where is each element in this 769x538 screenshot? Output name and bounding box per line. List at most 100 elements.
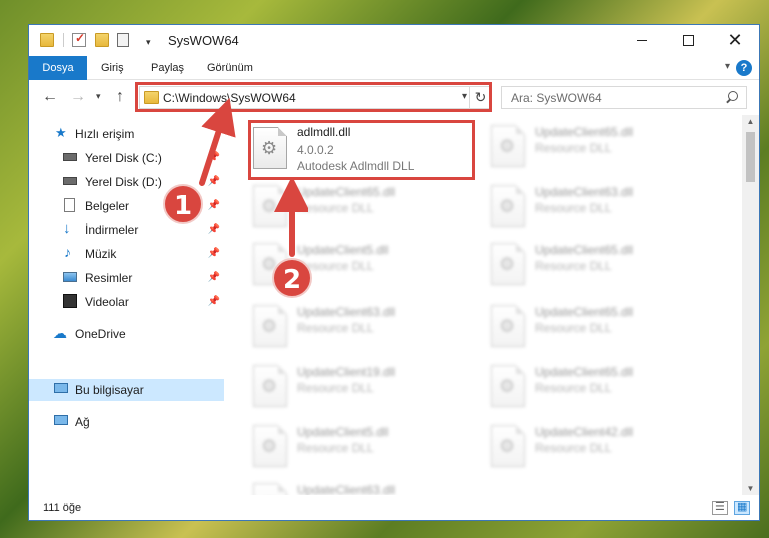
- new-folder-icon[interactable]: [95, 33, 109, 47]
- step-1-badge: 1: [163, 184, 203, 224]
- file-tile[interactable]: UpdateClient63.dll Resource DLL: [249, 477, 479, 495]
- dll-file-icon: [491, 425, 527, 469]
- download-icon: ↓: [63, 220, 71, 237]
- quick-access-props-icon[interactable]: [117, 33, 129, 47]
- file-type: Resource DLL: [297, 441, 374, 455]
- file-name: UpdateClient65.dll: [535, 305, 634, 319]
- tab-share[interactable]: Paylaş: [139, 56, 196, 80]
- file-tile[interactable]: UpdateClient65.dll Resource DLL: [487, 299, 717, 357]
- file-name: UpdateClient42.dll: [535, 425, 634, 439]
- search-placeholder: Ara: SysWOW64: [511, 91, 602, 105]
- documents-icon: [64, 198, 75, 212]
- sidebar-item-label: İndirmeler: [85, 223, 139, 237]
- tiles-view-icon[interactable]: [734, 500, 750, 515]
- file-name: UpdateClient63.dll: [297, 305, 396, 319]
- chevron-down-icon[interactable]: ▾: [725, 61, 730, 72]
- file-tile[interactable]: UpdateClient63.dll Resource DLL: [249, 299, 479, 357]
- file-type: Resource DLL: [535, 259, 612, 273]
- forward-arrow-icon[interactable]: →: [70, 88, 86, 106]
- file-tile[interactable]: UpdateClient5.dll Resource DLL: [249, 419, 479, 477]
- details-view-icon[interactable]: [712, 500, 728, 515]
- file-tile[interactable]: UpdateClient65.dll Resource DLL: [487, 119, 717, 177]
- file-name: UpdateClient19.dll: [297, 365, 396, 379]
- file-type: Resource DLL: [297, 321, 374, 335]
- cloud-icon: ☁: [53, 325, 67, 341]
- sidebar-item-this-pc[interactable]: Bu bilgisayar: [29, 379, 224, 401]
- network-icon: [54, 415, 68, 425]
- arrow-1: [199, 97, 236, 186]
- file-type: Resource DLL: [297, 201, 374, 215]
- drive-icon: [63, 153, 77, 161]
- title-bar: ▾ SysWOW64 ✕: [29, 25, 759, 56]
- file-tile[interactable]: UpdateClient42.dll Resource DLL: [487, 419, 717, 477]
- scroll-down-icon[interactable]: ▼: [742, 484, 759, 493]
- file-name: UpdateClient5.dll: [297, 243, 389, 257]
- recent-locations-chevron-icon[interactable]: ▾: [96, 91, 101, 102]
- sidebar-item-label: Belgeler: [85, 199, 130, 213]
- dll-file-icon: [491, 125, 527, 169]
- pictures-icon: [63, 272, 77, 282]
- item-count: 111 öğe: [43, 502, 82, 514]
- file-tile[interactable]: UpdateClient65.dll Resource DLL: [487, 359, 717, 417]
- sidebar-item-network[interactable]: Ağ: [29, 411, 224, 433]
- file-type: Resource DLL: [535, 441, 612, 455]
- scrollbar-thumb[interactable]: [746, 132, 755, 182]
- sidebar-item-label: Müzik: [85, 247, 117, 261]
- sidebar-item-label: Ağ: [75, 415, 90, 429]
- sidebar-item-label: Bu bilgisayar: [75, 383, 144, 397]
- file-type: Resource DLL: [535, 381, 612, 395]
- dll-file-icon: [253, 365, 289, 409]
- file-type: Resource DLL: [535, 321, 612, 335]
- music-icon: ♪: [64, 244, 71, 260]
- tab-view[interactable]: Görünüm: [195, 56, 265, 80]
- scroll-up-icon[interactable]: ▲: [742, 117, 759, 126]
- vertical-scrollbar[interactable]: ▲ ▼: [742, 115, 759, 495]
- back-arrow-icon[interactable]: ←: [42, 88, 58, 106]
- file-name: UpdateClient5.dll: [297, 425, 389, 439]
- quick-access-dropdown-icon[interactable]: ▾: [146, 37, 151, 48]
- status-bar: 111 öğe: [29, 495, 759, 520]
- file-name: UpdateClient63.dll: [297, 483, 396, 495]
- file-type: Resource DLL: [535, 141, 612, 155]
- maximize-button[interactable]: [665, 25, 711, 56]
- up-arrow-icon[interactable]: ↑: [116, 88, 124, 106]
- drive-icon: [63, 177, 77, 185]
- dll-file-icon: [491, 365, 527, 409]
- dll-file-icon: [253, 425, 289, 469]
- window-title: SysWOW64: [168, 33, 239, 48]
- file-name: UpdateClient63.dll: [535, 185, 634, 199]
- star-icon: ★: [55, 125, 67, 140]
- sidebar-item-label: OneDrive: [75, 327, 126, 341]
- properties-check-icon[interactable]: [72, 31, 86, 47]
- help-icon[interactable]: ?: [736, 60, 752, 76]
- file-name: UpdateClient65.dll: [535, 125, 634, 139]
- search-input[interactable]: Ara: SysWOW64: [501, 86, 747, 109]
- sidebar-item-label: Videolar: [85, 295, 129, 309]
- dll-file-icon: [491, 243, 527, 287]
- step-2-badge: 2: [272, 258, 312, 298]
- tab-file[interactable]: Dosya: [29, 56, 87, 80]
- computer-icon: [54, 383, 68, 393]
- file-name: UpdateClient65.dll: [297, 185, 396, 199]
- file-tile[interactable]: UpdateClient19.dll Resource DLL: [249, 359, 479, 417]
- dll-file-icon: [491, 305, 527, 349]
- folder-icon: [40, 33, 54, 47]
- close-button[interactable]: ✕: [712, 25, 758, 56]
- file-type: Resource DLL: [297, 381, 374, 395]
- file-type: Resource DLL: [535, 201, 612, 215]
- file-tile[interactable]: UpdateClient65.dll Resource DLL: [487, 237, 717, 295]
- file-name: UpdateClient65.dll: [535, 243, 634, 257]
- videos-icon: [63, 294, 77, 308]
- sidebar-item-label: Resimler: [85, 271, 133, 285]
- search-icon[interactable]: [726, 91, 738, 103]
- minimize-button[interactable]: [619, 25, 665, 56]
- ribbon-tabs: Dosya Giriş Paylaş Görünüm ▾ ?: [29, 56, 759, 80]
- annotation-arrow-2: [274, 180, 308, 257]
- file-tile[interactable]: UpdateClient63.dll Resource DLL: [487, 179, 717, 237]
- dll-file-icon: [491, 185, 527, 229]
- sidebar-item-label: Hızlı erişim: [75, 127, 135, 141]
- file-highlight: [248, 120, 475, 180]
- separator: [63, 33, 64, 47]
- tab-home[interactable]: Giriş: [89, 56, 136, 80]
- dll-file-icon: [253, 483, 289, 495]
